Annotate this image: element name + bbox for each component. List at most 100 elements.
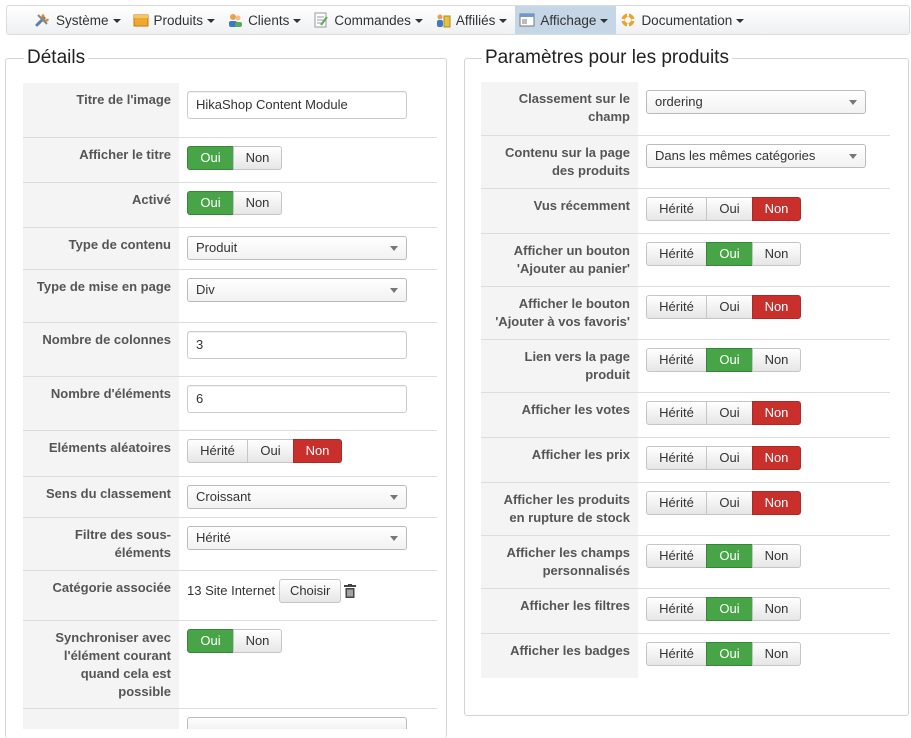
non-button[interactable]: Non xyxy=(752,596,801,621)
menu-commandes-label: Commandes xyxy=(334,12,411,28)
non-button[interactable]: Non xyxy=(752,641,801,666)
menu-affichage-label: Affichage xyxy=(540,12,597,28)
non-button[interactable]: Non xyxy=(752,543,801,568)
toggle-row: Afficher les badges Hérité Oui Non xyxy=(481,632,890,678)
random-oui-button[interactable]: Oui xyxy=(247,438,294,463)
row-page-content: Contenu sur la page des produits Dans le… xyxy=(481,134,890,188)
tri-state-toggle: Hérité Oui Non xyxy=(646,347,801,372)
dropdown-arrow-icon xyxy=(390,494,398,500)
menu-documentation[interactable]: Documentation xyxy=(616,6,752,34)
menu-produits[interactable]: Produits xyxy=(129,6,224,34)
page-content-select[interactable]: Dans les mêmes catégories xyxy=(646,143,866,168)
choose-category-button[interactable]: Choisir xyxy=(279,578,342,603)
row-category: Catégorie associée 13 Site Internet Chois… xyxy=(23,569,437,620)
active-non-button[interactable]: Non xyxy=(233,190,282,215)
random-non-button[interactable]: Non xyxy=(293,438,342,463)
next-select-partial[interactable] xyxy=(187,716,407,729)
non-button[interactable]: Non xyxy=(752,347,801,372)
toggle-row-label: Afficher le bouton 'Ajouter à vos favori… xyxy=(481,285,638,339)
oui-button[interactable]: Oui xyxy=(706,294,753,319)
columns-input[interactable]: 3 xyxy=(187,330,407,359)
non-button[interactable]: Non xyxy=(752,400,801,425)
content-type-select[interactable]: Produit xyxy=(187,235,407,260)
menu-commandes[interactable]: Commandes xyxy=(309,6,431,34)
toggle-row: Afficher les produits en rupture de stoc… xyxy=(481,481,890,535)
image-title-label: Titre de l'image xyxy=(23,83,179,137)
tri-state-toggle: Hérité Oui Non xyxy=(646,596,801,621)
sub-filter-label: Filtre des sous-éléments xyxy=(23,516,179,570)
oui-button[interactable]: Oui xyxy=(706,400,753,425)
help-lifebuoy-icon xyxy=(620,12,636,28)
row-show-title: Afficher le titre Oui Non xyxy=(23,136,437,182)
non-button[interactable]: Non xyxy=(752,490,801,515)
oui-button[interactable]: Oui xyxy=(706,490,753,515)
toggle-row-label: Afficher les prix xyxy=(481,436,638,482)
trash-icon[interactable] xyxy=(344,583,357,598)
active-label: Activé xyxy=(23,181,179,227)
sub-filter-select[interactable]: Hérité xyxy=(187,525,407,550)
sync-non-button[interactable]: Non xyxy=(233,628,282,653)
random-herite-button[interactable]: Hérité xyxy=(187,438,248,463)
menu-systeme[interactable]: Système xyxy=(31,6,129,34)
row-order-dir: Sens du classement Croissant xyxy=(23,475,437,517)
oui-button[interactable]: Oui xyxy=(706,196,753,221)
dropdown-arrow-icon xyxy=(849,100,857,105)
show-title-non-button[interactable]: Non xyxy=(233,145,282,170)
oui-button[interactable]: Oui xyxy=(706,543,753,568)
non-button[interactable]: Non xyxy=(752,445,801,470)
elements-label: Nombre d'éléments xyxy=(23,375,179,430)
sync-oui-button[interactable]: Oui xyxy=(187,628,234,653)
row-ordering: Classement sur le champ ordering xyxy=(481,82,890,135)
herite-button[interactable]: Hérité xyxy=(646,347,707,372)
toggle-row: Afficher les filtres Hérité Oui Non xyxy=(481,587,890,633)
ordering-label: Classement sur le champ xyxy=(481,82,638,135)
content-type-value: Produit xyxy=(196,239,238,255)
herite-button[interactable]: Hérité xyxy=(646,596,707,621)
oui-button[interactable]: Oui xyxy=(706,596,753,621)
row-image-title: Titre de l'image HikaShop Content Module xyxy=(23,83,437,137)
tri-state-toggle: Hérité Oui Non xyxy=(646,543,801,568)
active-oui-button[interactable]: Oui xyxy=(187,190,234,215)
herite-button[interactable]: Hérité xyxy=(646,543,707,568)
herite-button[interactable]: Hérité xyxy=(646,196,707,221)
row-layout-type: Type de mise en page Div xyxy=(23,268,437,322)
layout-type-select[interactable]: Div xyxy=(187,277,407,302)
non-button[interactable]: Non xyxy=(752,294,801,319)
oui-button[interactable]: Oui xyxy=(706,347,753,372)
details-fieldset: Détails Titre de l'image HikaShop Conten… xyxy=(5,47,447,738)
oui-button[interactable]: Oui xyxy=(706,445,753,470)
ordering-select[interactable]: ordering xyxy=(646,90,866,114)
herite-button[interactable]: Hérité xyxy=(646,641,707,666)
order-dir-select[interactable]: Croissant xyxy=(187,484,407,509)
chevron-down-icon xyxy=(207,19,216,23)
toggle-row: Afficher les champs personnalisés Hérité O… xyxy=(481,534,890,588)
toggle-row: Vus récemment Hérité Oui Non xyxy=(481,187,890,233)
layout-type-label: Type de mise en page xyxy=(23,268,179,322)
herite-button[interactable]: Hérité xyxy=(646,241,707,266)
show-title-oui-button[interactable]: Oui xyxy=(187,145,234,170)
page-content-value: Dans les mêmes catégories xyxy=(655,147,816,163)
menu-affichage[interactable]: Affichage xyxy=(515,6,617,34)
tri-state-toggle: Hérité Oui Non xyxy=(646,641,801,666)
product-params-fieldset: Paramètres pour les produits Classement … xyxy=(464,47,909,716)
herite-button[interactable]: Hérité xyxy=(646,400,707,425)
non-button[interactable]: Non xyxy=(752,196,801,221)
content-type-label: Type de contenu xyxy=(23,226,179,269)
oui-button[interactable]: Oui xyxy=(706,641,753,666)
elements-input[interactable]: 6 xyxy=(187,384,407,413)
chevron-down-icon xyxy=(293,19,302,23)
image-title-input[interactable]: HikaShop Content Module xyxy=(187,91,407,119)
active-toggle: Oui Non xyxy=(187,190,282,215)
tools-icon xyxy=(35,12,51,28)
non-button[interactable]: Non xyxy=(752,241,801,266)
tri-state-toggle: Hérité Oui Non xyxy=(646,294,801,319)
herite-button[interactable]: Hérité xyxy=(646,445,707,470)
menu-clients[interactable]: Clients xyxy=(223,6,309,34)
herite-button[interactable]: Hérité xyxy=(646,490,707,515)
oui-button[interactable]: Oui xyxy=(706,241,753,266)
menu-affilies[interactable]: Affiliés xyxy=(431,6,516,34)
show-title-label: Afficher le titre xyxy=(23,136,179,182)
sync-toggle: Oui Non xyxy=(187,628,282,653)
category-value: 13 Site Internet xyxy=(187,583,276,598)
herite-button[interactable]: Hérité xyxy=(646,294,707,319)
